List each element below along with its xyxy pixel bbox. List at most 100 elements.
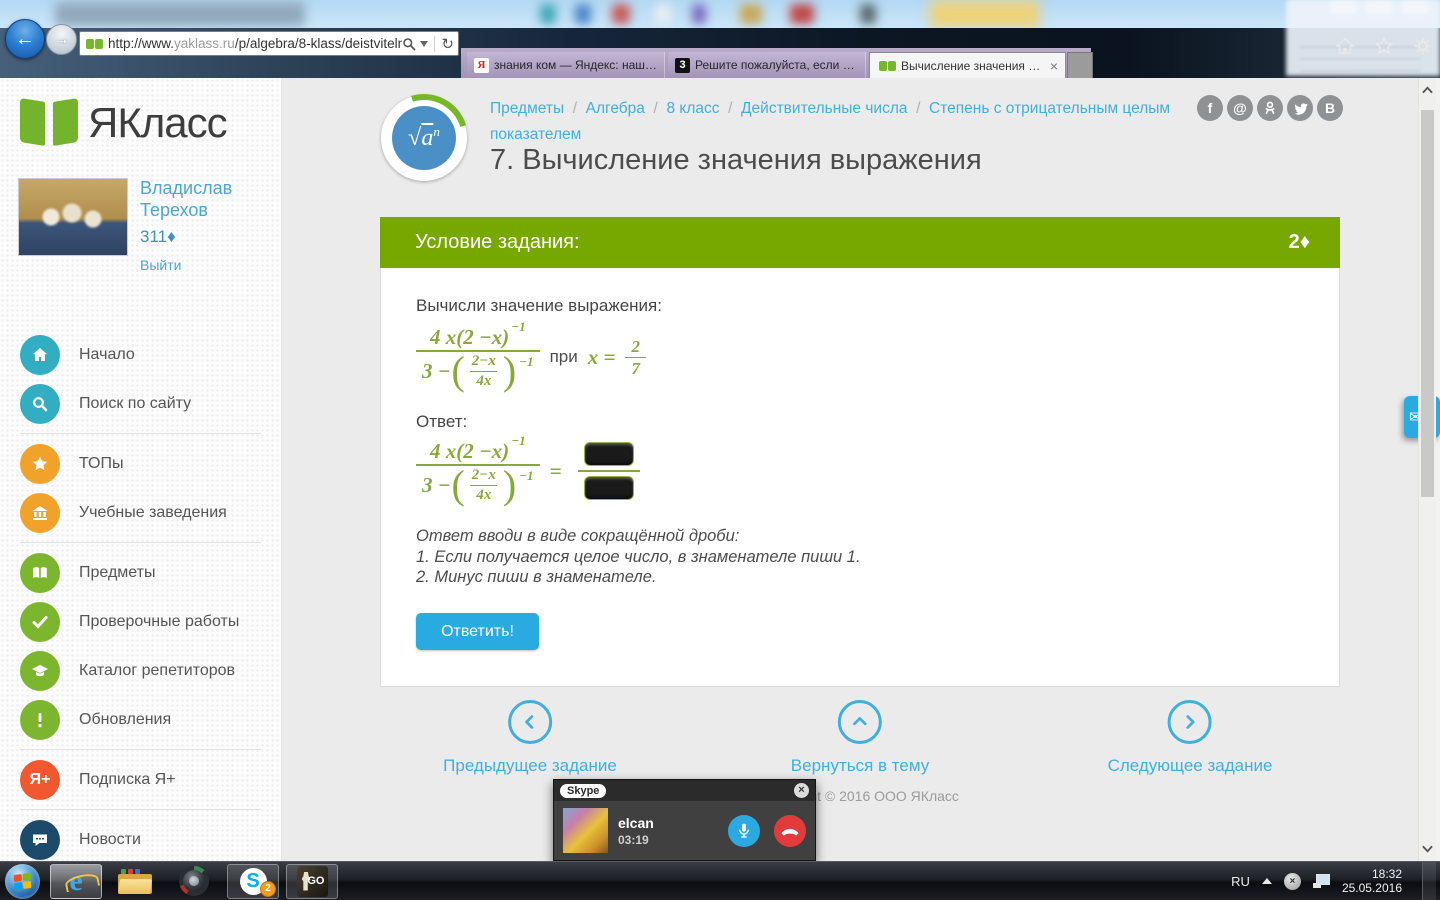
breadcrumb-link[interactable]: Действительные числа [741, 100, 929, 117]
next-task-button[interactable]: Следующее задание [1108, 700, 1273, 776]
tab-label: Вычисление значения вы... [901, 59, 1044, 73]
blurred-window [55, 2, 305, 26]
user-avatar[interactable] [18, 178, 128, 256]
contact-name: elcan [618, 815, 718, 831]
task-prompt: Вычисли значение выражения: [416, 296, 662, 316]
chevron-left-icon[interactable] [508, 700, 552, 744]
fraction-line [578, 470, 640, 472]
numerator-input[interactable] [584, 442, 634, 466]
vk-icon[interactable]: B [1317, 95, 1343, 121]
address-bar[interactable]: http://www.yaklass.ru/p/algebra/8-klass/… [79, 31, 459, 56]
answer-label: Ответ: [416, 412, 467, 432]
tab-znanija[interactable]: 3 Решите пожалуйста, если не ... [668, 52, 866, 78]
page-scrollbar[interactable] [1418, 78, 1436, 861]
previous-task-button[interactable]: Предыдущее задание [443, 700, 617, 776]
submit-answer-button[interactable]: Ответить! [416, 613, 539, 650]
taskbar-internet-explorer[interactable]: e [50, 864, 102, 899]
show-hidden-icons[interactable] [1262, 878, 1272, 884]
taskbar-file-explorer[interactable] [109, 864, 161, 899]
sidebar-item-tops[interactable]: ТОПы [0, 439, 281, 488]
facebook-icon[interactable]: f [1197, 95, 1223, 121]
settings-gear-icon[interactable] [1412, 36, 1434, 56]
taskbar-skype[interactable]: S 2 [227, 864, 279, 899]
yaklass-page: ЯКласс ВладиславТерехов 311♦ Выйти Начал… [0, 78, 1440, 861]
new-tab-stub[interactable] [1067, 52, 1093, 80]
breadcrumb-link[interactable]: 8 класс [666, 100, 741, 117]
favorites-star-icon[interactable] [1373, 36, 1395, 56]
mailru-icon[interactable]: @ [1227, 95, 1253, 121]
breadcrumb-link[interactable]: Предметы [490, 100, 586, 117]
sidebar-item-ya-plus[interactable]: Я+ Подписка Я+ [0, 755, 281, 804]
answer-formula: 4 x(2 −x)−1 3 −(2−x4x)−1 = [416, 438, 640, 505]
divider [434, 36, 435, 52]
language-indicator[interactable]: RU [1231, 874, 1250, 889]
equals-sign: = [550, 459, 562, 484]
sidebar-item-schools[interactable]: Учебные заведения [0, 488, 281, 537]
search-icon [20, 384, 60, 424]
sidebar-item-home[interactable]: Начало [0, 330, 281, 379]
chevron-right-icon[interactable] [1168, 700, 1212, 744]
book-logo-icon [20, 98, 78, 148]
forward-button[interactable]: → [46, 24, 77, 55]
network-icon[interactable] [1313, 874, 1330, 888]
yandex-favicon: Я [474, 58, 489, 73]
sidebar-item-tests[interactable]: Проверочные работы [0, 597, 281, 646]
tab-yaklass-active[interactable]: Вычисление значения вы... × [869, 52, 1066, 78]
action-center-icon[interactable]: × [1284, 873, 1301, 890]
skype-notification-badge: 2 [260, 881, 276, 897]
logout-link[interactable]: Выйти [140, 257, 181, 273]
window-close-button-blurred[interactable] [1402, 2, 1428, 14]
copyright-text: Copyright © 2016 ООО ЯКласс [380, 788, 1340, 804]
close-icon[interactable]: × [794, 783, 809, 798]
sidebar-item-updates[interactable]: Обновления [0, 695, 281, 744]
main-content: √an ПредметыАлгебра8 классДействительные… [281, 78, 1418, 861]
back-to-topic-button[interactable]: Вернуться в тему [791, 700, 929, 776]
tray-time: 18:32 [1342, 867, 1402, 881]
x-equals: x = [588, 345, 616, 370]
sidebar-item-site-search[interactable]: Поиск по сайту [0, 379, 281, 428]
skype-titlebar[interactable]: Skype × [554, 780, 815, 801]
tab-strip: Я знания ком — Яндекс: нашло... 3 Решите… [461, 48, 1091, 78]
odnoklassniki-icon[interactable] [1257, 95, 1283, 121]
hang-up-button[interactable] [774, 815, 806, 847]
denominator-input[interactable] [584, 476, 634, 500]
breadcrumb-link[interactable]: Алгебра [586, 100, 667, 117]
check-icon [20, 602, 60, 642]
search-icon[interactable] [402, 37, 416, 51]
task-navigation: Предыдущее задание Вернуться в тему След… [281, 700, 1418, 850]
yaklass-favicon [879, 61, 896, 71]
mute-microphone-button[interactable] [728, 815, 760, 847]
window-maximize-button-blurred[interactable] [1366, 2, 1392, 14]
taskbar-csgo[interactable]: GO [286, 864, 338, 899]
scrollbar-down-arrow[interactable] [1422, 845, 1433, 853]
close-tab-icon[interactable]: × [1050, 58, 1058, 74]
home-icon[interactable] [1334, 36, 1356, 56]
exclamation-icon [20, 700, 60, 740]
divider [20, 433, 261, 434]
scrollbar-up-arrow[interactable] [1422, 86, 1433, 94]
tab-yandex-search[interactable]: Я знания ком — Яндекс: нашло... [467, 52, 665, 78]
url-text[interactable]: http://www.yaklass.ru/p/algebra/8-klass/… [108, 36, 402, 51]
window-minimize-button-blurred[interactable] [1330, 2, 1356, 14]
sidebar-item-subjects[interactable]: Предметы [0, 548, 281, 597]
bank-icon [20, 493, 60, 533]
taskbar-media-app[interactable] [168, 864, 220, 899]
ya-plus-icon: Я+ [20, 760, 60, 800]
sidebar: ЯКласс ВладиславТерехов 311♦ Выйти Начал… [0, 78, 282, 861]
yaklass-favicon [86, 39, 103, 49]
chevron-up-icon[interactable] [838, 700, 882, 744]
scrollbar-thumb[interactable] [1421, 110, 1434, 497]
breadcrumb: ПредметыАлгебра8 классДействительные чис… [490, 96, 1190, 149]
yaklass-logo[interactable]: ЯКласс [20, 98, 227, 148]
skype-call-popup[interactable]: Skype × elcan 03:19 [553, 779, 816, 861]
url-dropdown-icon[interactable] [420, 41, 428, 47]
sidebar-item-news[interactable]: Новости [0, 815, 281, 864]
sidebar-item-tutors[interactable]: Каталог репетиторов [0, 646, 281, 695]
start-button[interactable] [5, 864, 40, 899]
refresh-icon[interactable]: ↻ [441, 35, 454, 53]
back-button[interactable]: ← [5, 19, 45, 59]
clock[interactable]: 18:32 25.05.2016 [1342, 867, 1402, 895]
skype-call-body: elcan 03:19 [554, 801, 815, 860]
show-desktop-button[interactable] [1422, 862, 1436, 900]
twitter-icon[interactable] [1287, 95, 1313, 121]
